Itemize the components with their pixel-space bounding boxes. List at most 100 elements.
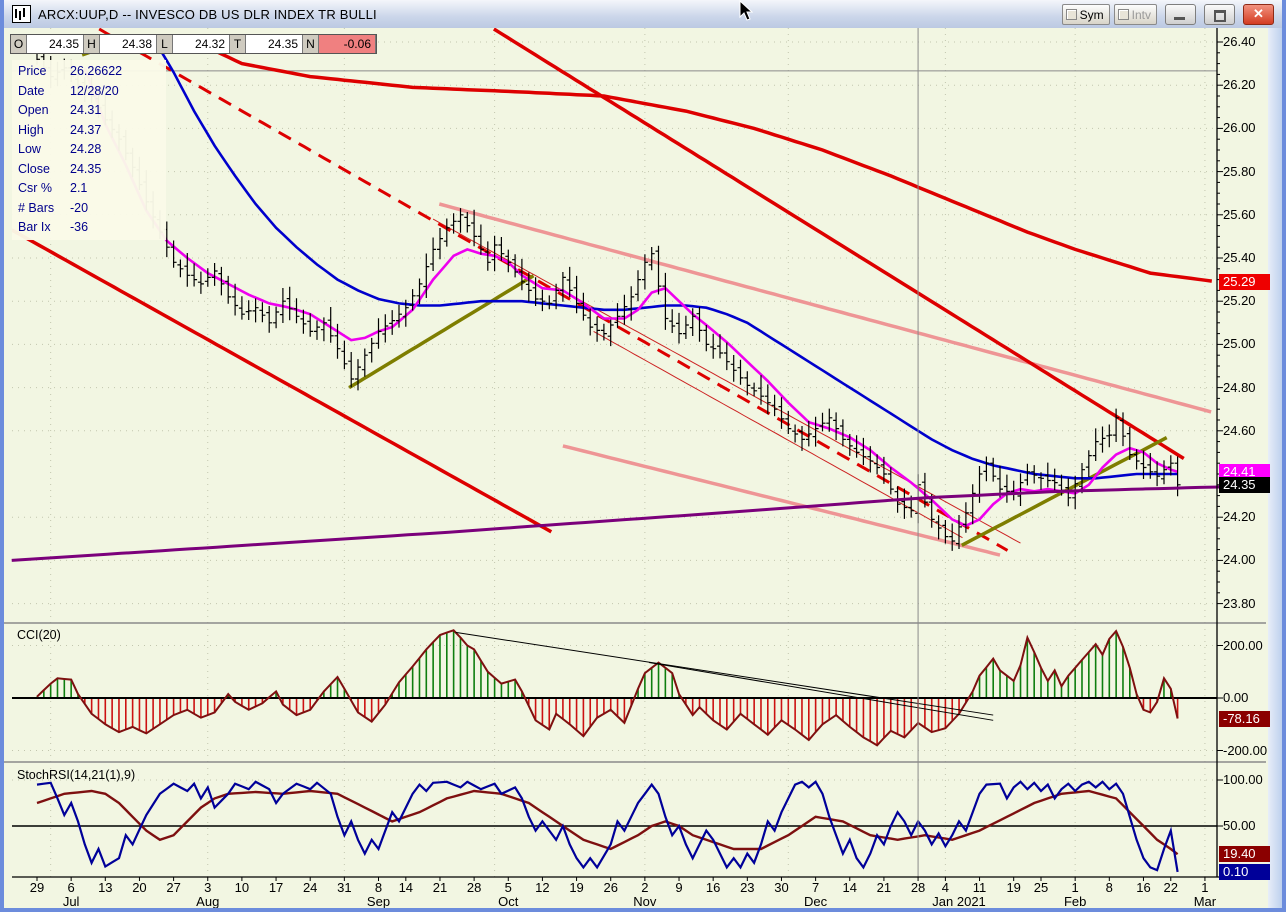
date-tick-label: 20 [132, 880, 146, 895]
chart-area[interactable]: O24.35H24.38L24.32T24.35N-0.06 Price26.2… [4, 28, 1282, 908]
date-tick-label: 24 [303, 880, 317, 895]
titlebar[interactable]: ARCX:UUP,D -- INVESCO DB US DLR INDEX TR… [4, 0, 1282, 29]
sym-button-icon [1066, 9, 1077, 20]
data-window-row: Price26.26622 [18, 62, 166, 82]
stoch-tick-label: 50.00 [1223, 818, 1256, 833]
quote-label-H: H [84, 35, 100, 53]
quote-bar: O24.35H24.38L24.32T24.35N-0.06 [10, 34, 377, 54]
price-tick-label: 24.00 [1223, 552, 1256, 567]
right-window-strip [1268, 28, 1282, 908]
minimize-button[interactable] [1165, 4, 1196, 25]
date-tick-label: 25 [1034, 880, 1048, 895]
data-window-row: Bar Ix-36 [18, 218, 166, 238]
restore-button[interactable] [1204, 4, 1235, 25]
data-window-row: Date12/28/20 [18, 82, 166, 102]
month-label: Aug [196, 894, 219, 909]
date-tick-label: 4 [942, 880, 949, 895]
quote-label-L: L [157, 35, 173, 53]
stochrsi-panel-label: StochRSI(14,21(1),9) [17, 768, 135, 782]
data-window-row: # Bars-20 [18, 199, 166, 219]
date-tick-label: 19 [1006, 880, 1020, 895]
price-tick-label: 25.40 [1223, 250, 1256, 265]
data-window-row: Open24.31 [18, 101, 166, 121]
date-tick-label: 22 [1164, 880, 1178, 895]
date-tick-label: 6 [68, 880, 75, 895]
price-tick-label: 26.00 [1223, 120, 1256, 135]
intv-button[interactable]: Intv [1114, 4, 1157, 25]
price-tick-label: 25.20 [1223, 293, 1256, 308]
date-tick-label: 9 [675, 880, 682, 895]
date-tick-label: 23 [740, 880, 754, 895]
price-tick-label: 25.60 [1223, 207, 1256, 222]
month-label: Jul [63, 894, 80, 909]
chart-canvas[interactable] [4, 28, 1282, 908]
data-window-row: High24.37 [18, 121, 166, 141]
price-flag-24.35: 24.35 [1219, 477, 1270, 493]
date-tick-label: 19 [569, 880, 583, 895]
date-tick-label: 14 [843, 880, 857, 895]
date-tick-label: 30 [774, 880, 788, 895]
stoch-tick-label: 100.00 [1223, 772, 1263, 787]
price-tick-label: 24.20 [1223, 509, 1256, 524]
date-tick-label: 7 [812, 880, 819, 895]
date-tick-label: 8 [1106, 880, 1113, 895]
cci-tick-label: 200.00 [1223, 638, 1263, 653]
date-tick-label: 21 [877, 880, 891, 895]
app-chart-icon [12, 5, 31, 23]
data-window-row: Close24.35 [18, 160, 166, 180]
cci-last-value-flag: -78.16 [1219, 711, 1270, 727]
data-window-row: Csr %2.1 [18, 179, 166, 199]
data-window-tooltip: Price26.26622Date12/28/20Open24.31High24… [12, 60, 166, 240]
chart-window: ARCX:UUP,D -- INVESCO DB US DLR INDEX TR… [0, 0, 1286, 912]
month-label: Feb [1064, 894, 1086, 909]
date-tick-label: 5 [505, 880, 512, 895]
stoch-last-value-flag: 0.10 [1219, 864, 1270, 880]
intv-button-icon [1118, 9, 1129, 20]
date-tick-label: 27 [166, 880, 180, 895]
date-tick-label: 1 [1201, 880, 1208, 895]
stoch-last-value-flag: 19.40 [1219, 846, 1270, 862]
date-tick-label: 10 [235, 880, 249, 895]
cci-panel-label: CCI(20) [17, 628, 61, 642]
quote-value-T: 24.35 [246, 35, 303, 53]
month-label: Oct [498, 894, 518, 909]
date-tick-label: 13 [98, 880, 112, 895]
cci-tick-label: -200.00 [1223, 743, 1267, 758]
date-tick-label: 12 [535, 880, 549, 895]
date-tick-label: 16 [1136, 880, 1150, 895]
date-tick-label: 1 [1072, 880, 1079, 895]
date-tick-label: 3 [204, 880, 211, 895]
price-tick-label: 26.20 [1223, 77, 1256, 92]
mouse-cursor [739, 0, 753, 22]
month-label: Nov [633, 894, 656, 909]
quote-value-N: -0.06 [319, 35, 376, 53]
quote-value-L: 24.32 [173, 35, 230, 53]
data-window-row: Low24.28 [18, 140, 166, 160]
sym-button[interactable]: Sym [1062, 4, 1110, 25]
date-tick-label: 28 [467, 880, 481, 895]
date-tick-label: 16 [706, 880, 720, 895]
price-tick-label: 24.60 [1223, 423, 1256, 438]
intv-button-label: Intv [1132, 8, 1151, 22]
date-tick-label: 14 [399, 880, 413, 895]
date-tick-label: 28 [911, 880, 925, 895]
price-tick-label: 25.80 [1223, 164, 1256, 179]
window-title: ARCX:UUP,D -- INVESCO DB US DLR INDEX TR… [38, 7, 377, 22]
price-tick-label: 23.80 [1223, 596, 1256, 611]
quote-value-O: 24.35 [27, 35, 84, 53]
month-label: Sep [367, 894, 390, 909]
price-tick-label: 25.00 [1223, 336, 1256, 351]
date-tick-label: 11 [973, 880, 987, 895]
quote-label-N: N [303, 35, 319, 53]
date-tick-label: 21 [433, 880, 447, 895]
date-tick-label: 29 [30, 880, 44, 895]
date-tick-label: 2 [641, 880, 648, 895]
quote-label-T: T [230, 35, 246, 53]
close-button[interactable] [1243, 4, 1274, 25]
price-flag-25.29: 25.29 [1219, 274, 1270, 290]
month-label: Jan 2021 [932, 894, 986, 909]
price-tick-label: 26.40 [1223, 34, 1256, 49]
sym-button-label: Sym [1080, 8, 1104, 22]
quote-label-O: O [11, 35, 27, 53]
quote-value-H: 24.38 [100, 35, 157, 53]
